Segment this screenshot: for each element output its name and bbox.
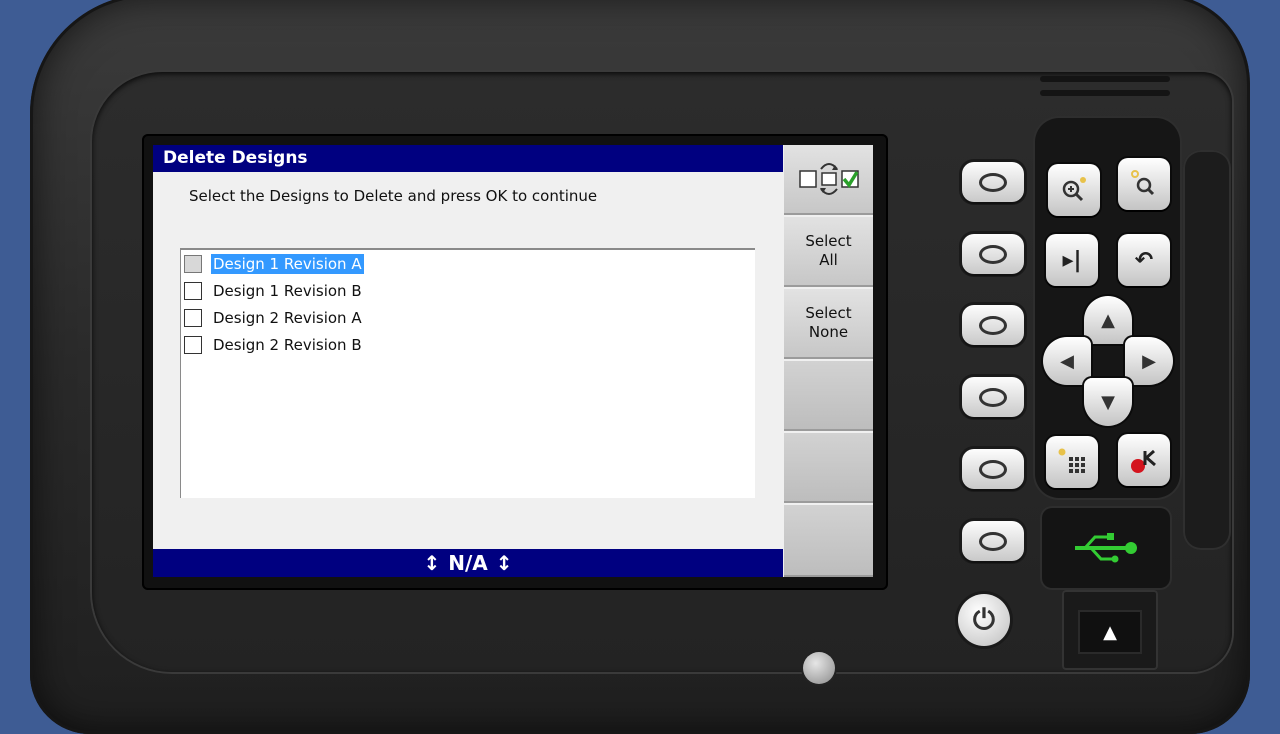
dpad-up[interactable]: ▲: [1084, 296, 1132, 344]
softkey-5[interactable]: [784, 433, 873, 503]
right-arrow-icon: ▶: [1142, 350, 1156, 372]
design-checkbox[interactable]: [184, 336, 202, 354]
dpad-left[interactable]: ◀: [1043, 337, 1091, 385]
up-down-arrow-icon: ↕: [423, 551, 441, 575]
list-item[interactable]: Design 2 Revision B: [184, 333, 364, 357]
power-icon: ⏻: [972, 603, 996, 636]
oval-icon: [979, 459, 1007, 479]
select-all-softkey[interactable]: Select All: [784, 217, 873, 287]
usb-icon: [1075, 533, 1137, 563]
up-arrow-icon: ▲: [1101, 309, 1115, 331]
design-label: Design 2 Revision A: [213, 309, 362, 327]
select-all-label-line1: Select: [805, 232, 852, 250]
list-item[interactable]: Design 1 Revision B: [184, 279, 364, 303]
hardware-softkey-4[interactable]: [962, 377, 1024, 417]
oval-icon: [979, 387, 1007, 407]
undo-icon: ↶: [1134, 247, 1154, 273]
undo-key[interactable]: ↶: [1118, 234, 1170, 286]
design-label: Design 2 Revision B: [213, 336, 362, 354]
up-down-arrow-icon: ↕: [495, 551, 513, 575]
select-all-label-line2: All: [819, 251, 838, 269]
hardware-softkey-3[interactable]: [962, 305, 1024, 345]
skip-end-key[interactable]: ▸|: [1046, 234, 1098, 286]
design-checkbox[interactable]: [184, 309, 202, 327]
power-button[interactable]: ⏻: [958, 594, 1010, 646]
side-strip: [1183, 150, 1231, 550]
select-none-softkey[interactable]: Select None: [784, 289, 873, 359]
zoom-icon: [1131, 170, 1155, 196]
instruction-text: Select the Designs to Delete and press O…: [189, 187, 598, 205]
design-label: Design 1 Revision B: [213, 282, 362, 300]
oval-icon: [979, 244, 1007, 264]
design-checkbox[interactable]: [184, 282, 202, 300]
oval-icon: [979, 315, 1007, 335]
design-checkbox[interactable]: [184, 255, 202, 273]
status-led: [803, 652, 835, 684]
softkey-4[interactable]: [784, 361, 873, 431]
hardware-softkey-2[interactable]: [962, 234, 1024, 274]
softkey-column: Select All Select None: [784, 145, 873, 577]
zoom-key[interactable]: [1118, 158, 1170, 210]
speaker-grille: [1040, 70, 1175, 110]
checkbox-toggle-icon: [798, 163, 859, 195]
hardware-softkey-5[interactable]: [962, 449, 1024, 489]
design-list[interactable]: Design 1 Revision A Design 1 Revision B …: [180, 248, 755, 498]
toggle-selection-softkey[interactable]: [784, 145, 873, 215]
list-item[interactable]: Design 1 Revision A: [184, 252, 364, 276]
eject-icon: ▲: [1103, 621, 1117, 643]
ok-key[interactable]: [1118, 434, 1170, 486]
list-item[interactable]: Design 2 Revision A: [184, 306, 364, 330]
hardware-softkey-6[interactable]: [962, 521, 1024, 561]
down-arrow-icon: ▼: [1101, 391, 1115, 413]
zoom-in-key[interactable]: [1048, 164, 1100, 216]
zoom-in-icon: [1062, 177, 1086, 202]
dpad-right[interactable]: ▶: [1125, 337, 1173, 385]
device-screen: Delete Designs Select the Designs to Del…: [153, 145, 873, 577]
oval-icon: [979, 531, 1007, 551]
hardware-softkey-1[interactable]: [962, 162, 1024, 202]
select-none-label-line2: None: [808, 323, 849, 341]
direction-pad: ▲ ◀ ▶ ▼: [1043, 296, 1173, 426]
softkey-6[interactable]: [784, 505, 873, 577]
window-title: Delete Designs: [153, 145, 783, 172]
status-bar: ↕ N/A ↕: [153, 549, 783, 577]
skip-end-icon: ▸|: [1062, 247, 1082, 273]
status-text: N/A: [448, 551, 488, 575]
keypad-grid-key[interactable]: [1046, 436, 1098, 488]
design-label: Design 1 Revision A: [211, 254, 364, 274]
select-none-label-line1: Select: [805, 304, 852, 322]
dpad-down[interactable]: ▼: [1084, 378, 1132, 426]
usb-panel: [1042, 508, 1170, 588]
ok-key-icon: [1131, 449, 1156, 473]
keypad-grid-icon: [1058, 448, 1085, 473]
oval-icon: [979, 172, 1007, 192]
left-arrow-icon: ◀: [1060, 350, 1074, 372]
usb-eject-button[interactable]: ▲: [1080, 612, 1140, 652]
